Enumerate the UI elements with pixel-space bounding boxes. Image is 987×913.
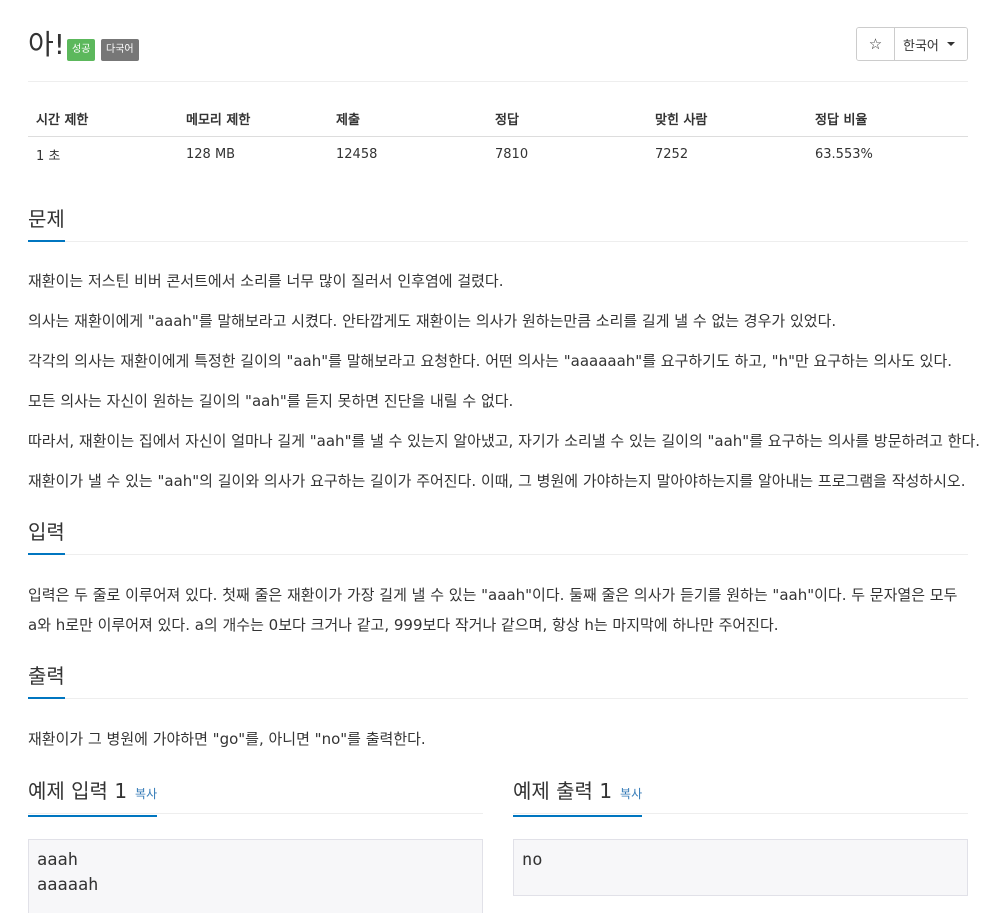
multilingual-badge: 다국어 [101,39,139,61]
language-label: 한국어 [903,38,939,54]
stats-header-ratio: 정답 비율 [807,102,968,137]
language-dropdown[interactable]: 한국어 [895,28,967,60]
output-description: 재환이가 그 병원에 가야하면 "go"를, 아니면 "no"를 출력한다. [28,730,426,748]
stats-header-row: 시간 제한 메모리 제한 제출 정답 맞힌 사람 정답 비율 [28,102,968,137]
problem-paragraph: 재환이는 저스틴 비버 콘서트에서 소리를 너무 많이 질러서 인후염에 걸렸다… [28,272,504,290]
sample-output-title-text: 예제 출력 1 [513,779,613,803]
problem-header: 아! 성공 다국어 ☆ 한국어 [28,27,968,82]
sample-input-box[interactable]: aaah aaaaah [28,839,483,913]
stats-value-submissions[interactable]: 12458 [328,136,487,172]
success-badge: 성공 [67,39,96,61]
sample-output-line: no [522,850,543,870]
stats-value-accepted[interactable]: 7810 [487,136,647,172]
sample-output-header: 예제 출력 1 복사 [513,776,968,817]
stats-header-accepted: 정답 [487,102,647,137]
sample-input-line: aaah [37,850,78,870]
problem-title: 아! [28,28,65,61]
sample-input-title: 예제 입력 1 복사 [28,776,158,817]
stats-header-memory: 메모리 제한 [178,102,328,137]
problem-paragraph: 따라서, 재환이는 집에서 자신이 얼마나 길게 "aah"를 낼 수 있는지 … [28,432,981,450]
problem-stats-table: 시간 제한 메모리 제한 제출 정답 맞힌 사람 정답 비율 1 초 128 M… [28,102,968,172]
output-section-title: 출력 [28,661,65,699]
problem-paragraph: 모든 의사는 자신이 원하는 길이의 "aah"를 듣지 못하면 진단을 내릴 … [28,392,514,410]
problem-paragraph: 재환이가 낼 수 있는 "aah"의 길이와 의사가 요구하는 길이가 주어진다… [28,472,966,490]
stats-value-solvers[interactable]: 7252 [647,136,807,172]
stats-header-submissions: 제출 [328,102,487,137]
stats-header-time: 시간 제한 [28,102,178,137]
sample-input-title-text: 예제 입력 1 [28,779,128,803]
problem-paragraph: 의사는 재환이에게 "aaah"를 말해보라고 시켰다. 안타깝게도 재환이는 … [28,312,837,330]
sample-output-title: 예제 출력 1 복사 [513,776,643,817]
sample-output-box[interactable]: no [513,839,968,896]
input-description: 입력은 두 줄로 이루어져 있다. 첫째 줄은 재환이가 가장 길게 낼 수 있… [28,586,958,634]
copy-input-button[interactable]: 복사 [135,787,157,801]
problem-paragraph: 각각의 의사는 재환이에게 특정한 길이의 "aah"를 말해보라고 요청한다.… [28,352,953,370]
header-actions: ☆ 한국어 [856,27,968,61]
sample-input-header: 예제 입력 1 복사 [28,776,483,817]
stats-value-row: 1 초 128 MB 12458 7810 7252 63.553% [28,136,968,172]
stats-value-memory: 128 MB [186,146,236,162]
caret-down-icon [946,42,955,46]
problem-section-title: 문제 [28,204,65,242]
favorite-button[interactable]: ☆ [857,28,895,60]
copy-output-button[interactable]: 복사 [620,787,642,801]
input-section-title: 입력 [28,517,65,555]
problem-section-header: 문제 [28,204,968,242]
stats-header-solvers: 맞힌 사람 [647,102,807,137]
sample-input-line: aaaaah [37,875,99,895]
star-icon: ☆ [868,35,883,53]
stats-value-time: 1 초 [36,148,61,164]
output-section-header: 출력 [28,661,968,699]
stats-value-ratio: 63.553% [815,146,873,162]
input-section-header: 입력 [28,517,968,555]
